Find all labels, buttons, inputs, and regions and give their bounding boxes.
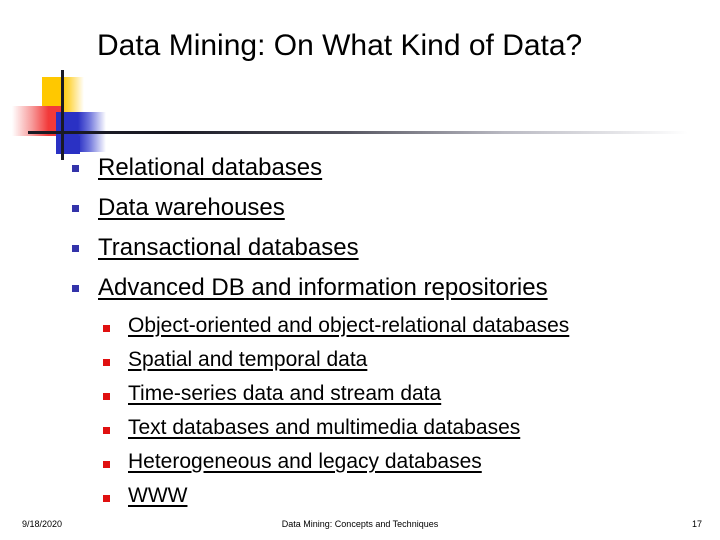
bullet-item-level1[interactable]: Advanced DB and information repositories xyxy=(0,272,720,307)
bullet-label: Text databases and multimedia databases xyxy=(128,416,521,439)
bullet-item-level1[interactable]: Relational databases xyxy=(0,152,720,187)
logo-vertical-rule xyxy=(61,70,64,160)
square-bullet-icon xyxy=(72,285,79,292)
footer-page-number: 17 xyxy=(691,519,702,529)
bullet-label: Data warehouses xyxy=(98,194,285,221)
square-bullet-icon xyxy=(72,205,79,212)
bullet-label: WWW xyxy=(128,484,188,507)
square-bullet-icon xyxy=(103,461,110,468)
bullet-label: Spatial and temporal data xyxy=(128,348,368,371)
bullet-item-level2[interactable]: Heterogeneous and legacy databases xyxy=(0,448,720,482)
square-bullet-icon xyxy=(103,325,110,332)
bullet-label: Relational databases xyxy=(98,154,323,181)
bullet-label: Transactional databases xyxy=(98,234,359,261)
square-bullet-icon xyxy=(103,495,110,502)
bullet-item-level2[interactable]: Spatial and temporal data xyxy=(0,346,720,380)
footer-deck-title: Data Mining: Concepts and Techniques xyxy=(281,519,439,529)
slide-decoration-logo xyxy=(0,60,130,160)
bullet-label: Heterogeneous and legacy databases xyxy=(128,450,482,473)
square-bullet-icon xyxy=(103,359,110,366)
square-bullet-icon xyxy=(72,165,79,172)
bullet-label: Object-oriented and object-relational da… xyxy=(128,314,570,337)
slide-title: Data Mining: On What Kind of Data? xyxy=(97,29,583,62)
bullet-item-level2[interactable]: Text databases and multimedia databases xyxy=(0,414,720,448)
slide-footer: 9/18/2020 Data Mining: Concepts and Tech… xyxy=(0,519,720,535)
bullet-label: Time-series data and stream data xyxy=(128,382,442,405)
slide-canvas: Data Mining: On What Kind of Data? Relat… xyxy=(0,0,720,540)
square-bullet-icon xyxy=(72,245,79,252)
square-bullet-icon xyxy=(103,393,110,400)
slide-content-body: Relational databases Data warehouses Tra… xyxy=(0,152,720,516)
bullet-item-level1[interactable]: Data warehouses xyxy=(0,192,720,227)
bullet-item-level2[interactable]: Object-oriented and object-relational da… xyxy=(0,312,720,346)
square-bullet-icon xyxy=(103,427,110,434)
bullet-item-level2[interactable]: WWW xyxy=(0,482,720,516)
bullet-item-level1[interactable]: Transactional databases xyxy=(0,232,720,267)
title-divider-rule xyxy=(28,131,688,134)
bullet-item-level2[interactable]: Time-series data and stream data xyxy=(0,380,720,414)
bullet-label: Advanced DB and information repositories xyxy=(98,274,548,301)
